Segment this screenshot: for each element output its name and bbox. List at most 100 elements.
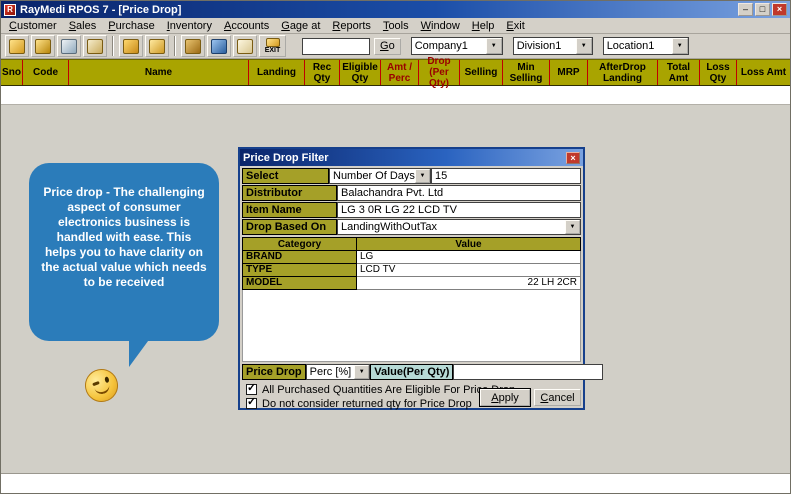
apply-label: Apply xyxy=(491,392,519,404)
column-header-afterdrop-landing: AfterDrop Landing xyxy=(588,60,658,85)
column-header-rec-qty: Rec Qty xyxy=(305,60,340,85)
close-icon[interactable] xyxy=(772,3,787,16)
speech-bubble-tail xyxy=(129,337,151,367)
table-row: BRAND LG xyxy=(242,251,581,264)
print-icon[interactable] xyxy=(57,35,81,57)
window-title: RayMedi RPOS 7 - [Price Drop] xyxy=(20,4,181,16)
distributor-field[interactable] xyxy=(337,185,581,201)
cash-icon[interactable] xyxy=(207,35,231,57)
coins-icon xyxy=(211,39,227,54)
go-button[interactable]: Go xyxy=(374,38,401,55)
value-column-header: Value xyxy=(357,237,581,251)
chevron-down-icon[interactable] xyxy=(672,38,688,54)
chevron-down-icon[interactable] xyxy=(415,169,430,183)
column-header-landing: Landing xyxy=(249,60,305,85)
exit-icon[interactable]: EXIT xyxy=(259,35,286,57)
menu-item-exit[interactable]: Exit xyxy=(500,18,530,33)
dialog-title-bar[interactable]: Price Drop Filter xyxy=(240,149,583,166)
reports-icon[interactable] xyxy=(233,35,257,57)
column-header-eligible-qty: Eligible Qty xyxy=(340,60,381,85)
minimize-icon[interactable] xyxy=(738,3,753,16)
disk-icon xyxy=(87,39,103,54)
purchase-cart-icon[interactable] xyxy=(31,35,55,57)
menu-item-gage-at[interactable]: Gage at xyxy=(275,18,326,33)
menu-item-window[interactable]: Window xyxy=(415,18,466,33)
drop-based-on-dropdown[interactable]: LandingWithOutTax xyxy=(337,219,581,235)
chevron-down-icon[interactable] xyxy=(354,365,369,379)
grid-header: Sno Code Name Landing Rec Qty Eligible Q… xyxy=(1,59,790,86)
report-icon xyxy=(237,39,253,54)
price-drop-mode-dropdown[interactable]: Perc [%] xyxy=(306,364,371,380)
table-empty-area xyxy=(242,290,581,362)
main-area: Price drop - The challenging aspect of c… xyxy=(1,105,790,473)
grid-empty-row xyxy=(1,86,790,105)
value-cell[interactable]: LCD TV xyxy=(357,264,581,277)
menu-item-inventory[interactable]: Inventory xyxy=(161,18,218,33)
app-window: RayMedi RPOS 7 - [Price Drop] Customer S… xyxy=(0,0,791,494)
dialog-title: Price Drop Filter xyxy=(243,152,329,164)
menu-label: Customer xyxy=(9,20,57,32)
menu-item-accounts[interactable]: Accounts xyxy=(218,18,275,33)
menu-label: Help xyxy=(472,20,495,32)
dialog-close-icon[interactable] xyxy=(566,152,580,164)
category-cell: BRAND xyxy=(242,251,357,264)
column-header-loss-amt: Loss Amt xyxy=(737,60,790,85)
select-label: Select xyxy=(242,168,329,184)
chevron-down-icon[interactable] xyxy=(576,38,592,54)
toolbar-separator xyxy=(112,36,114,56)
menu-item-help[interactable]: Help xyxy=(466,18,501,33)
cart-icon xyxy=(149,39,165,54)
item-name-field[interactable] xyxy=(337,202,581,218)
menu-item-reports[interactable]: Reports xyxy=(326,18,377,33)
checkbox-checked-icon[interactable] xyxy=(246,398,257,409)
dialog-body: Select Number Of Days Distributor Item N… xyxy=(240,166,583,410)
maximize-icon[interactable] xyxy=(755,3,770,16)
menu-label: Accounts xyxy=(224,20,269,32)
column-header-mrp: MRP xyxy=(550,60,588,85)
menu-label: Reports xyxy=(332,20,371,32)
chevron-down-icon[interactable] xyxy=(486,38,502,54)
new-sale-icon[interactable] xyxy=(5,35,29,57)
price-drop-label: Price Drop xyxy=(242,364,306,380)
quick-search-input[interactable] xyxy=(302,38,370,55)
select-mode-dropdown[interactable]: Number Of Days xyxy=(329,168,431,184)
cart-icon xyxy=(35,39,51,54)
save-icon[interactable] xyxy=(83,35,107,57)
menu-item-customer[interactable]: Customer xyxy=(3,18,63,33)
sales-cart-icon[interactable] xyxy=(119,35,143,57)
drop-based-on-value: LandingWithOutTax xyxy=(338,220,565,234)
price-drop-filter-dialog: Price Drop Filter Select Number Of Days … xyxy=(238,147,585,410)
menu-label: Inventory xyxy=(167,20,212,32)
menu-label: Exit xyxy=(506,20,524,32)
smiley-mouth xyxy=(94,382,111,395)
select-value-input[interactable] xyxy=(431,168,581,184)
menu-item-purchase[interactable]: Purchase xyxy=(102,18,160,33)
checkbox-label: All Purchased Quantities Are Eligible Fo… xyxy=(262,384,515,396)
category-cell: TYPE xyxy=(242,264,357,277)
column-header-total-amt: Total Amt xyxy=(658,60,700,85)
apply-button[interactable]: Apply xyxy=(480,389,530,406)
value-cell[interactable]: 22 LH 2CR xyxy=(357,277,581,290)
chevron-down-icon[interactable] xyxy=(565,220,580,234)
menu-item-tools[interactable]: Tools xyxy=(377,18,415,33)
checkbox-row: All Purchased Quantities Are Eligible Fo… xyxy=(246,383,515,396)
location-select-value: Location1 xyxy=(604,40,672,52)
cancel-button[interactable]: Cancel xyxy=(534,389,581,406)
checkbox-label: Do not consider returned qty for Price D… xyxy=(262,398,472,410)
return-cart-icon[interactable] xyxy=(145,35,169,57)
menu-item-sales[interactable]: Sales xyxy=(63,18,103,33)
value-cell[interactable]: LG xyxy=(357,251,581,264)
menu-label: Gage at xyxy=(281,20,320,32)
table-row: TYPE LCD TV xyxy=(242,264,581,277)
select-mode-value: Number Of Days xyxy=(330,169,415,183)
value-per-qty-input[interactable] xyxy=(453,364,603,380)
company-select[interactable]: Company1 xyxy=(411,37,503,55)
checkbox-checked-icon[interactable] xyxy=(246,384,257,395)
menu-label: Sales xyxy=(69,20,97,32)
menu-label: Tools xyxy=(383,20,409,32)
inventory-icon[interactable] xyxy=(181,35,205,57)
speech-bubble-text: Price drop - The challenging aspect of c… xyxy=(41,185,206,289)
location-select[interactable]: Location1 xyxy=(603,37,689,55)
printer-icon xyxy=(61,39,77,54)
division-select[interactable]: Division1 xyxy=(513,37,593,55)
